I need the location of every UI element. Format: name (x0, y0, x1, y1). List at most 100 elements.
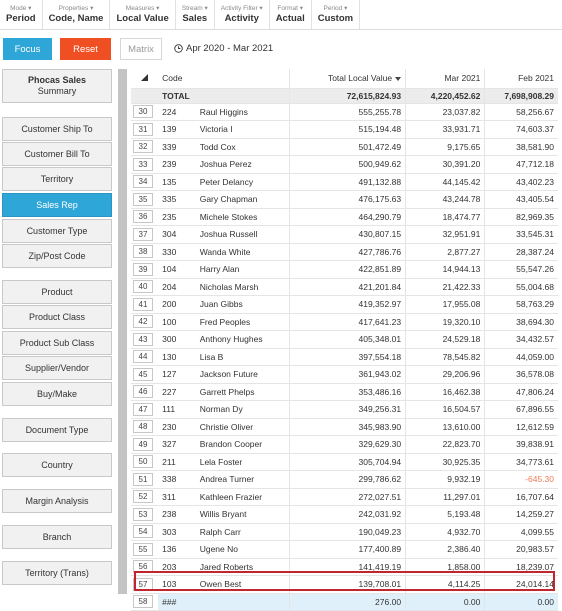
row-number-box[interactable]: 43 (133, 332, 153, 346)
table-row[interactable]: 38 330 Wanda White 427,786.76 2,877.27 28,387… (131, 243, 558, 261)
table-row[interactable]: 43 300 Anthony Hughes 405,348.01 24,529.18 34… (131, 330, 558, 349)
row-number-box[interactable]: 42 (133, 315, 153, 329)
row-number-box[interactable]: 55 (133, 542, 153, 556)
row-number: 33 (131, 155, 159, 174)
table-row[interactable]: 34 135 Peter Delancy 491,132.88 44,145.42 43,… (131, 173, 558, 191)
toolbar-actual[interactable]: Format ▾ Actual (270, 0, 312, 29)
row-number-box[interactable]: 50 (133, 455, 153, 469)
table-row[interactable]: 30 224 Raul Higgins 555,255.78 23,037.82 58,2… (131, 103, 558, 121)
row-number-box[interactable]: 40 (133, 280, 153, 294)
row-number-box[interactable]: 53 (133, 507, 153, 521)
sidebar-item-territory-trans[interactable]: Territory (Trans) (2, 561, 112, 585)
reset-button[interactable]: Reset (60, 38, 111, 60)
sidebar-item-branch[interactable]: Branch (2, 525, 112, 549)
table-row[interactable]: 54 303 Ralph Carr 190,049.23 4,932.70 4,099.5… (131, 523, 558, 541)
toolbar-activity[interactable]: Activity Filter ▾ Activity (215, 0, 270, 29)
row-number-box[interactable]: 52 (133, 490, 153, 504)
cell-code: 304 (158, 225, 196, 244)
sidebar-item-margin-analysis[interactable]: Margin Analysis (2, 489, 112, 513)
sidebar-item-customer-bill-to[interactable]: Customer Bill To (2, 142, 112, 166)
table-row[interactable]: 41 200 Juan Gibbs 419,352.97 17,955.08 58,763… (131, 295, 558, 314)
row-number-box[interactable]: 41 (133, 297, 153, 311)
summary-button[interactable]: Phocas Sales Summary (2, 69, 112, 103)
row-number-box[interactable]: 33 (133, 157, 153, 171)
row-number-box[interactable]: 49 (133, 437, 153, 451)
row-number-box[interactable]: 37 (133, 227, 153, 241)
toolbar-local-value[interactable]: Measures ▾ Local Value (110, 0, 176, 29)
table-row[interactable]: 46 227 Garrett Phelps 353,486.16 16,462.38 47… (131, 383, 558, 401)
table-row[interactable]: 39 104 Harry Alan 422,851.89 14,944.13 55,547… (131, 260, 558, 279)
table-row[interactable]: 49 327 Brandon Cooper 329,629.30 22,823.70 39… (131, 435, 558, 454)
cell-mar: 24,529.18 (405, 330, 485, 349)
table-row[interactable]: 53 238 Willis Bryant 242,031.92 5,193.48 14,2… (131, 505, 558, 524)
table-row[interactable]: 40 204 Nicholas Marsh 421,201.84 21,422.33 55… (131, 278, 558, 296)
row-number-box[interactable]: 56 (133, 560, 153, 574)
toolbar-code-name[interactable]: Properties ▾ Code, Name (43, 0, 111, 29)
header-feb-2021[interactable]: Feb 2021 (484, 69, 558, 89)
sidebar-item-zip-post-code[interactable]: Zip/Post Code (2, 244, 112, 268)
row-number-box[interactable]: 44 (133, 350, 153, 364)
sidebar-item-customer-type[interactable]: Customer Type (2, 219, 112, 243)
row-number-box[interactable]: 34 (133, 175, 153, 189)
table-row[interactable]: 36 235 Michele Stokes 464,290.79 18,474.77 82… (131, 208, 558, 226)
table-row[interactable]: 50 211 Lela Foster 305,704.94 30,925.35 34,77… (131, 453, 558, 471)
sidebar-item-territory[interactable]: Territory (2, 167, 112, 191)
sidebar-item-customer-ship-to[interactable]: Customer Ship To (2, 117, 112, 141)
row-number-box[interactable]: 39 (133, 262, 153, 276)
table-row[interactable]: 47 111 Norman Dy 349,256.31 16,504.57 67,896.… (131, 400, 558, 419)
table-row[interactable]: 45 127 Jackson Future 361,943.02 29,206.96 36… (131, 365, 558, 384)
matrix-button[interactable]: Matrix (120, 38, 162, 60)
sidebar-item-document-type[interactable]: Document Type (2, 418, 112, 442)
row-number-box[interactable]: 48 (133, 420, 153, 434)
table-row[interactable]: 37 304 Joshua Russell 430,807.15 32,951.91 33… (131, 225, 558, 244)
header-mar-2021[interactable]: Mar 2021 (405, 69, 485, 89)
cell-mar: 32,951.91 (405, 225, 485, 244)
table-row[interactable]: 48 230 Christie Oliver 345,983.90 13,610.00 1… (131, 418, 558, 436)
row-number-box[interactable]: 46 (133, 385, 153, 399)
vertical-scrollbar[interactable] (118, 69, 127, 594)
table-row[interactable]: 42 100 Fred Peoples 417,641.23 19,320.10 38,6… (131, 313, 558, 331)
sidebar-item-product[interactable]: Product (2, 280, 112, 304)
row-number-box[interactable]: 57 (133, 577, 153, 591)
table-row[interactable]: 32 339 Todd Cox 501,472.49 9,175.65 38,581.90 (131, 138, 558, 156)
cell-mar: 30,391.20 (405, 155, 485, 174)
cell-tlv: 299,786.62 (289, 470, 406, 489)
row-number-box[interactable]: 32 (133, 140, 153, 154)
toolbar-custom[interactable]: Period ▾ Custom (312, 0, 361, 29)
row-number-box[interactable]: 38 (133, 245, 153, 259)
row-number-box[interactable]: 47 (133, 402, 153, 416)
sidebar-item-product-sub-class[interactable]: Product Sub Class (2, 331, 112, 355)
row-number-box[interactable]: 31 (133, 122, 153, 136)
table-row[interactable]: 33 239 Joshua Perez 500,949.62 30,391.20 47,7… (131, 155, 558, 174)
sidebar-item-product-class[interactable]: Product Class (2, 305, 112, 329)
date-range[interactable]: Apr 2020 - Mar 2021 (174, 43, 273, 54)
table-row[interactable]: 58 ### 276.00 0.00 0.00 (131, 593, 558, 611)
row-number-box[interactable]: 35 (133, 192, 153, 206)
row-number-box[interactable]: 51 (133, 472, 153, 486)
table-row[interactable]: 51 338 Andrea Turner 299,786.62 9,932.19 -645… (131, 470, 558, 489)
table-row[interactable]: 44 130 Lisa B 397,554.18 78,545.82 44,059.00 (131, 348, 558, 366)
toolbar-sales[interactable]: Stream ▾ Sales (176, 0, 215, 29)
table-row[interactable]: 57 103 Owen Best 139,708.01 4,114.25 24,014.1… (131, 575, 558, 594)
sidebar-item-sales-rep[interactable]: Sales Rep (2, 193, 112, 217)
row-number-box[interactable]: 30 (133, 105, 153, 119)
total-tlv: 72,615,824.93 (289, 88, 406, 104)
table-row[interactable]: 35 335 Gary Chapman 476,175.63 43,244.78 43,4… (131, 190, 558, 209)
table-row[interactable]: 56 203 Jared Roberts 141,419.19 1,858.00 18,2… (131, 558, 558, 576)
row-number: 32 (131, 138, 159, 156)
table-row[interactable]: 31 139 Victoria I 515,194.48 33,931.71 74,603… (131, 120, 558, 139)
sidebar-item-supplier-vendor[interactable]: Supplier/Vendor (2, 356, 112, 380)
sidebar-item-country[interactable]: Country (2, 453, 112, 477)
table-row[interactable]: 55 136 Ugene No 177,400.89 2,386.40 20,983.57 (131, 540, 558, 559)
header-code[interactable]: Code (158, 69, 196, 89)
row-number-box[interactable]: 45 (133, 367, 153, 381)
sidebar-item-buy-make[interactable]: Buy/Make (2, 382, 112, 406)
toolbar-period[interactable]: Mode ▾ Period (0, 0, 43, 29)
row-number-box[interactable]: 58 (133, 595, 153, 609)
expand-all-icon[interactable] (131, 69, 159, 89)
focus-button[interactable]: Focus (3, 38, 52, 60)
table-row[interactable]: 52 311 Kathleen Frazier 272,027.51 11,297.01… (131, 488, 558, 506)
header-total-local-value[interactable]: Total Local Value (289, 69, 406, 89)
row-number-box[interactable]: 36 (133, 210, 153, 224)
row-number-box[interactable]: 54 (133, 525, 153, 539)
